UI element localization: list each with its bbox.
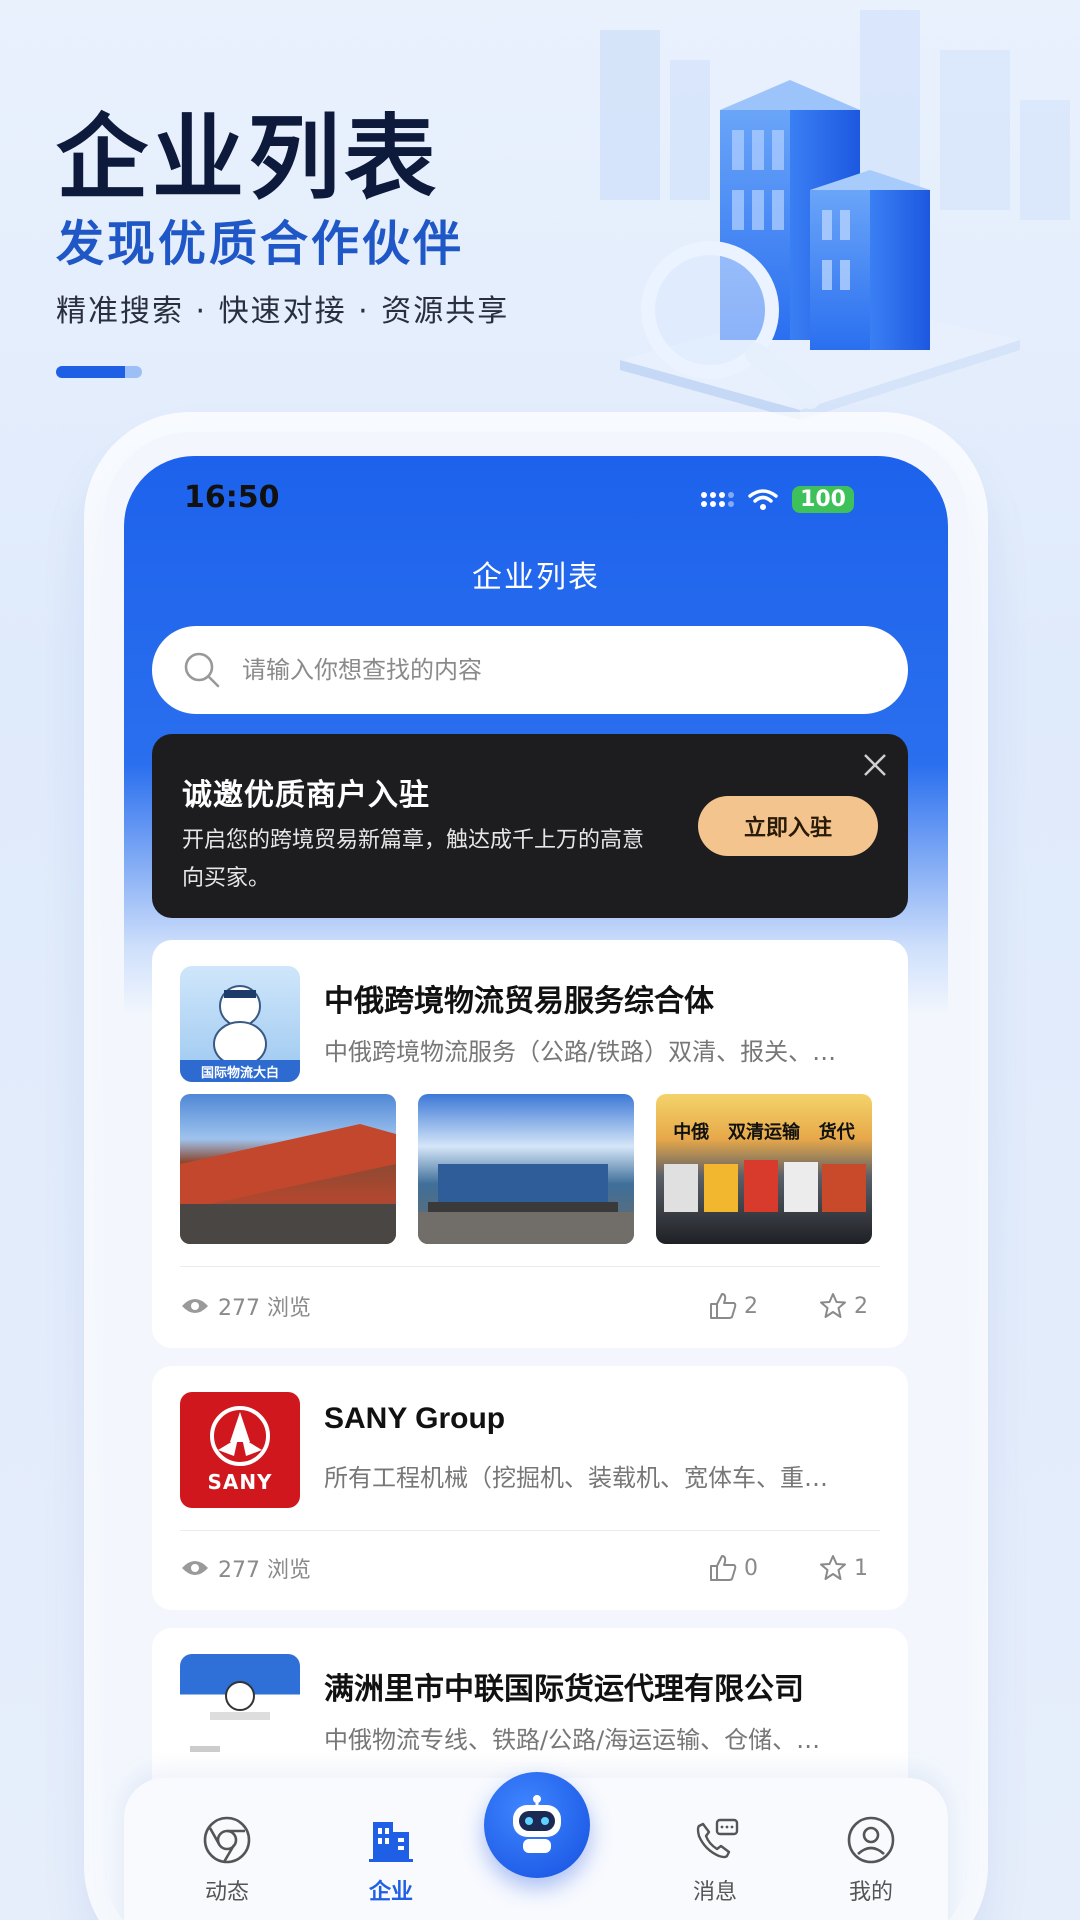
join-now-button[interactable]: 立即入驻 — [698, 796, 878, 856]
company-logo — [180, 1654, 300, 1770]
hero-subtitle: 发现优质合作伙伴 — [56, 216, 465, 272]
chrome-circle-icon — [203, 1816, 251, 1864]
company-name: SANY Group — [324, 1402, 506, 1435]
page-title: 企业列表 — [472, 560, 600, 595]
signal-icon — [701, 492, 735, 507]
like-count: 2 — [744, 1293, 758, 1319]
like-button[interactable]: 2 — [708, 1291, 758, 1321]
card-stats: 277 浏览 0 1 — [180, 1548, 868, 1588]
city-illustration — [600, 10, 1070, 420]
hero-title: 企业列表 — [56, 105, 441, 212]
search-bar[interactable] — [152, 626, 908, 714]
thumbs-up-icon — [710, 1293, 737, 1319]
company-card[interactable]: 国际物流大白 中俄跨境物流贸易服务综合体 中俄跨境物流服务（公路/铁路）双清、报… — [152, 940, 908, 1348]
company-logo: SANY — [180, 1392, 300, 1508]
company-photo[interactable]: 中俄 双清运输 货代 — [656, 1094, 872, 1244]
search-input[interactable] — [242, 656, 842, 684]
tab-profile[interactable]: 我的 — [816, 1814, 926, 1906]
tab-label: 动态 — [204, 1880, 249, 1905]
tab-enterprise[interactable]: 企业 — [336, 1814, 446, 1906]
company-photo[interactable] — [418, 1094, 634, 1244]
battery-indicator: 100 — [792, 486, 854, 513]
favorite-count: 1 — [854, 1555, 868, 1581]
search-icon — [184, 652, 220, 688]
company-photo[interactable] — [180, 1094, 396, 1244]
company-description: 中俄跨境物流服务（公路/铁路）双清、报关、… — [324, 1038, 837, 1066]
logo-caption: 国际物流大白 — [200, 1066, 279, 1081]
close-icon[interactable] — [860, 750, 890, 780]
eye-icon — [182, 1561, 208, 1575]
photo-caption: 中俄 双清运输 货代 — [673, 1122, 855, 1143]
card-stats: 277 浏览 2 2 — [180, 1286, 868, 1326]
star-icon — [820, 1555, 846, 1580]
like-count: 0 — [744, 1555, 758, 1581]
bottom-tab-bar: 动态 企业 消息 我的 — [124, 1772, 948, 1920]
card-divider — [180, 1530, 880, 1531]
user-icon — [847, 1816, 895, 1864]
hero-accent-bar — [56, 366, 142, 378]
company-photos: 中俄 双清运输 货代 — [180, 1094, 872, 1244]
tab-feed[interactable]: 动态 — [172, 1814, 282, 1906]
merchant-banner[interactable]: 诚邀优质商户入驻 开启您的跨境贸易新篇章，触达成千上万的高意向买家。 立即入驻 — [152, 734, 908, 918]
tab-label: 企业 — [368, 1880, 413, 1905]
banner-title: 诚邀优质商户入驻 — [182, 778, 430, 813]
tab-messages[interactable]: 消息 — [660, 1814, 770, 1906]
company-description: 所有工程机械（挖掘机、装载机、宽体车、重… — [324, 1464, 828, 1492]
banner-description: 开启您的跨境贸易新篇章，触达成千上万的高意向买家。 — [182, 828, 645, 891]
phone-chat-icon — [696, 1818, 739, 1859]
favorite-button[interactable]: 1 — [818, 1553, 868, 1583]
eye-icon — [182, 1299, 208, 1313]
status-bar: 16:50 100 — [184, 480, 894, 520]
thumbs-up-icon — [710, 1555, 737, 1581]
view-count: 277 浏览 — [218, 1558, 311, 1583]
star-icon — [820, 1293, 846, 1318]
phone-frame: 16:50 100 企业列表 诚邀优质商户入驻 — [104, 432, 968, 1920]
company-name: 满洲里市中联国际货运代理有限公司 — [324, 1672, 804, 1707]
company-description: 中俄物流专线、铁路/公路/海运运输、仓储、… — [324, 1726, 821, 1754]
favorite-button[interactable]: 2 — [818, 1291, 868, 1321]
logo-caption: SANY — [207, 1470, 273, 1494]
company-logo: 国际物流大白 — [180, 966, 300, 1082]
ai-assistant-button[interactable] — [484, 1772, 590, 1878]
view-count: 277 浏览 — [218, 1296, 311, 1321]
wifi-icon — [748, 488, 778, 510]
robot-icon — [513, 1795, 561, 1853]
building-icon — [369, 1822, 413, 1862]
like-button[interactable]: 0 — [708, 1553, 758, 1583]
tab-label: 消息 — [692, 1880, 737, 1905]
company-card[interactable]: SANY SANY Group 所有工程机械（挖掘机、装载机、宽体车、重… 27… — [152, 1366, 908, 1610]
status-time: 16:50 — [184, 480, 280, 515]
tab-label: 我的 — [848, 1880, 893, 1905]
favorite-count: 2 — [854, 1293, 868, 1319]
company-name: 中俄跨境物流贸易服务综合体 — [324, 984, 714, 1019]
hero-tags: 精准搜索 · 快速对接 · 资源共享 — [56, 294, 510, 329]
card-divider — [180, 1266, 880, 1267]
